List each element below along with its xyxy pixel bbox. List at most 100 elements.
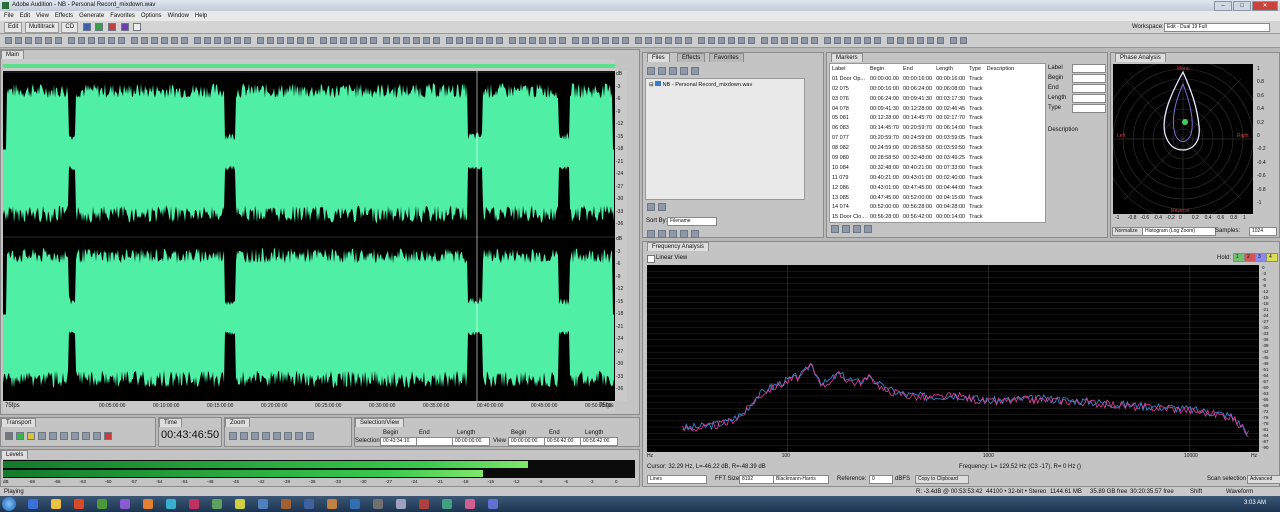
marker-row[interactable]: 10 084 00:32:48:00 00:40:21:00 00:07:33:00 T…	[830, 163, 1016, 173]
markers-col-header[interactable]: Begin	[868, 64, 901, 74]
fft-size-select[interactable]: 8192	[739, 475, 775, 484]
edit-view-button[interactable]: Edit	[4, 22, 23, 33]
tool-78-icon[interactable]	[811, 37, 818, 44]
view-video-icon[interactable]	[669, 230, 677, 238]
tool-24-icon[interactable]	[244, 37, 251, 44]
tool-20-icon[interactable]	[204, 37, 211, 44]
tool-67-icon[interactable]	[698, 37, 705, 44]
tool-60-icon[interactable]	[622, 37, 629, 44]
tool-12-icon[interactable]	[118, 37, 125, 44]
tool-53-icon[interactable]	[549, 37, 556, 44]
tool-16-icon[interactable]	[161, 37, 168, 44]
stop-icon[interactable]	[5, 432, 13, 440]
tool-41-icon[interactable]	[423, 37, 430, 44]
display-mode-icon[interactable]	[82, 23, 91, 31]
tool-57-icon[interactable]	[592, 37, 599, 44]
tool-5-icon[interactable]	[45, 37, 52, 44]
taskbar-app-14-icon[interactable]	[327, 499, 337, 509]
tool-17-icon[interactable]	[171, 37, 178, 44]
marker-row[interactable]: 11 079 00:40:21:00 00:43:01:00 00:02:40:00 T…	[830, 173, 1016, 183]
taskbar-app-20-icon[interactable]	[465, 499, 475, 509]
tool-77-icon[interactable]	[801, 37, 808, 44]
taskbar-app-6-icon[interactable]	[143, 499, 153, 509]
markers-col-header[interactable]: Description	[985, 64, 1017, 74]
taskbar-app-3-icon[interactable]	[74, 499, 84, 509]
tool-56-icon[interactable]	[582, 37, 589, 44]
marker-row[interactable]: 13 085 00:47:45:00 00:52:00:00 00:04:15:00 T…	[830, 193, 1016, 203]
tool-64-icon[interactable]	[665, 37, 672, 44]
tool-72-icon[interactable]	[748, 37, 755, 44]
go-start-icon[interactable]	[60, 432, 68, 440]
tool-70-icon[interactable]	[728, 37, 735, 44]
view-length-input[interactable]: 00:56:42:00	[580, 437, 618, 446]
tool-1-icon[interactable]	[5, 37, 12, 44]
taskbar-app-16-icon[interactable]	[373, 499, 383, 509]
tab-frequency-analysis[interactable]: Frequency Analysis	[647, 242, 710, 251]
tool-31-icon[interactable]	[320, 37, 327, 44]
zoom-full-icon[interactable]	[251, 432, 259, 440]
spectrum-display[interactable]	[647, 265, 1259, 452]
markers-col-header[interactable]: Label	[830, 64, 868, 74]
view-begin-input[interactable]: 00:00:00:00	[508, 437, 546, 446]
taskbar-app-8-icon[interactable]	[189, 499, 199, 509]
menu-edit[interactable]: Edit	[20, 11, 30, 21]
record-icon[interactable]	[104, 432, 112, 440]
marker-row[interactable]: 09 080 00:28:58:50 00:32:48:00 00:03:49:25 T…	[830, 153, 1016, 163]
view-loop-icon[interactable]	[658, 230, 666, 238]
view-midi-icon[interactable]	[680, 230, 688, 238]
zoom-out-v-icon[interactable]	[306, 432, 314, 440]
tab-effects[interactable]: Effects	[677, 53, 706, 62]
tool-9-icon[interactable]	[88, 37, 95, 44]
marker-row[interactable]: 07 077 00:20:59:70 00:24:59:00 00:03:59:05 T…	[830, 133, 1016, 143]
tool-37-icon[interactable]	[383, 37, 390, 44]
tool-15-icon[interactable]	[151, 37, 158, 44]
tool-50-icon[interactable]	[519, 37, 526, 44]
tool-44-icon[interactable]	[456, 37, 463, 44]
start-button[interactable]	[2, 497, 16, 511]
tool-81-icon[interactable]	[844, 37, 851, 44]
selection-end-input[interactable]	[416, 437, 454, 446]
marker-row[interactable]: 01 Door Op... 00:00:00.00 00:00:16:00 00:00…	[830, 74, 1016, 84]
spectral-view-icon[interactable]	[95, 23, 104, 31]
cd-view-button[interactable]: CD	[61, 22, 79, 33]
zoom-left-icon[interactable]	[273, 432, 281, 440]
marker-row[interactable]: 08 082 00:24:59:00 00:28:58:50 00:03:59:50 T…	[830, 143, 1016, 153]
selection-begin-input[interactable]: 00:43:34:10	[380, 437, 418, 446]
tool-65-icon[interactable]	[675, 37, 682, 44]
waveform-display[interactable]	[3, 71, 615, 401]
cursor-tool-icon[interactable]	[133, 23, 142, 31]
tool-8-icon[interactable]	[78, 37, 85, 44]
tool-21-icon[interactable]	[214, 37, 221, 44]
tool-28-icon[interactable]	[287, 37, 294, 44]
tab-time[interactable]: Time	[159, 418, 183, 427]
tool-19-icon[interactable]	[194, 37, 201, 44]
tool-30-icon[interactable]	[307, 37, 314, 44]
file-item[interactable]: ⊟ NB - Personal Record_mixdown.wav	[649, 81, 752, 88]
autoplay-icon[interactable]	[647, 203, 655, 211]
tab-files[interactable]: Files	[647, 53, 670, 62]
tool-69-icon[interactable]	[718, 37, 725, 44]
tool-80-icon[interactable]	[834, 37, 841, 44]
loop-icon[interactable]	[658, 203, 666, 211]
tool-10-icon[interactable]	[98, 37, 105, 44]
overview-bar[interactable]	[3, 64, 615, 68]
samples-select[interactable]: 1024	[1249, 227, 1277, 236]
tool-2-icon[interactable]	[15, 37, 22, 44]
tool-13-icon[interactable]	[131, 37, 138, 44]
marker-row[interactable]: 15 Door Clo... 00:56:28:00 00:56:42:00 00:0…	[830, 212, 1016, 222]
tool-25-icon[interactable]	[257, 37, 264, 44]
phase-view-icon[interactable]	[120, 23, 129, 31]
rewind-icon[interactable]	[71, 432, 79, 440]
tool-40-icon[interactable]	[413, 37, 420, 44]
edit-file-icon[interactable]	[691, 67, 699, 75]
tool-49-icon[interactable]	[509, 37, 516, 44]
marker-row[interactable]: 05 081 00:12:28:00 00:14:45:70 00:02:17:70 T…	[830, 113, 1016, 123]
tool-91-icon[interactable]	[950, 37, 957, 44]
tool-18-icon[interactable]	[181, 37, 188, 44]
tool-52-icon[interactable]	[539, 37, 546, 44]
tool-11-icon[interactable]	[108, 37, 115, 44]
marker-detail-field[interactable]	[1072, 104, 1106, 113]
hold-button-4[interactable]: 4	[1266, 253, 1278, 262]
tool-6-icon[interactable]	[55, 37, 62, 44]
tool-38-icon[interactable]	[393, 37, 400, 44]
